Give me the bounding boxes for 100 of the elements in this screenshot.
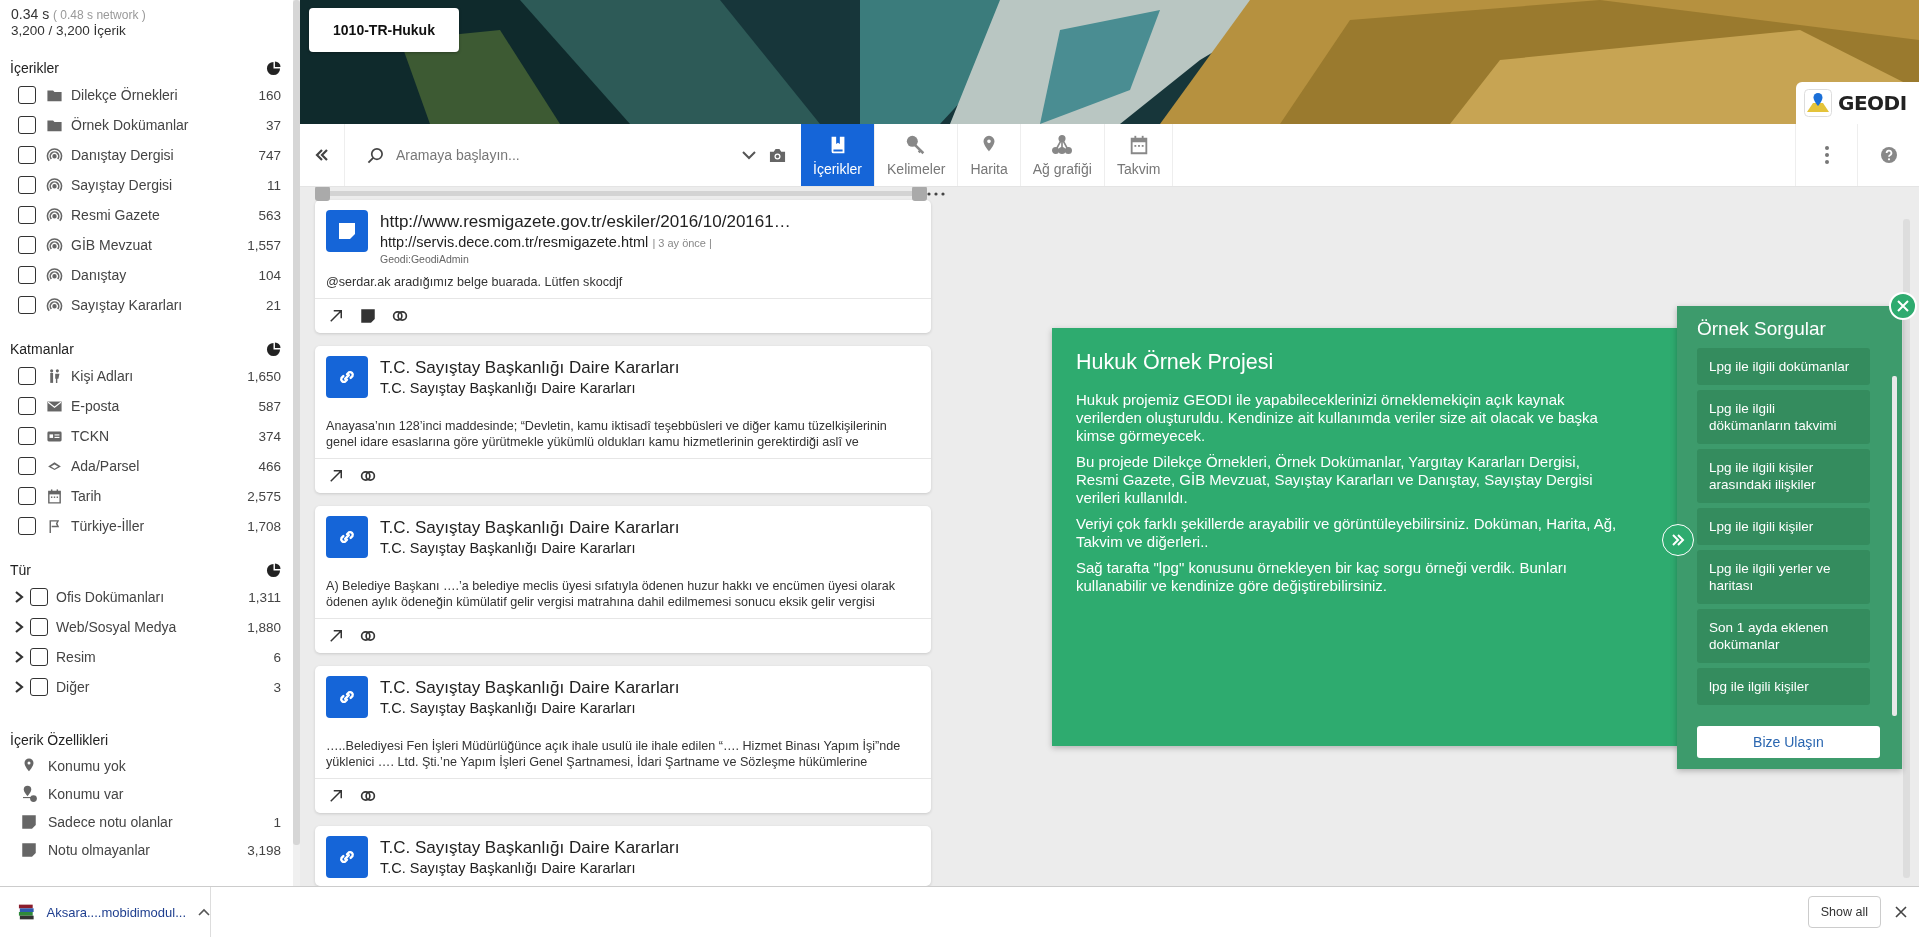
filter-label: E-posta [71, 398, 121, 414]
filter-count: 160 [258, 87, 281, 103]
pie-chart-icon[interactable] [266, 60, 281, 76]
logo-text: GEODI [1838, 91, 1907, 115]
result-title[interactable]: T.C. Sayıştay Başkanlığı Daire Kararları [380, 517, 680, 538]
map-pin-logo-icon [1804, 89, 1832, 117]
open-arrow-button[interactable] [327, 787, 345, 805]
result-title[interactable]: T.C. Sayıştay Başkanlığı Daire Kararları [380, 357, 680, 378]
caret-up-button[interactable] [198, 908, 210, 916]
open-arrow-button[interactable] [327, 307, 345, 325]
sample-query-button[interactable]: Lpg ile ilgili dökümanların takvimi [1697, 390, 1870, 444]
project-button[interactable]: 1010-TR-Hukuk [309, 8, 459, 52]
result-snippet: …..Belediyesi Fen İşleri Müdürlüğünce açık ihale usulü ile ihale edilen “…. Hizmet Binası Yapım İşi”nde yüklenici …. Ltd. Şti.’ne Yapım İşleri Genel Şartnamesi, İdari Şartname ve Sözleşme hükümlerine [326, 738, 902, 770]
sample-query-button[interactable]: Lpg ile ilgili yerler ve haritası [1697, 550, 1870, 604]
filter-label: Ofis Dokümanları [56, 589, 166, 605]
camera-icon[interactable] [768, 146, 787, 164]
result-title[interactable]: T.C. Sayıştay Başkanlığı Daire Kararları [380, 837, 680, 858]
checkbox[interactable] [18, 296, 36, 314]
filter-count: 6 [273, 649, 281, 665]
checkbox[interactable] [18, 146, 36, 164]
link-icon [326, 516, 368, 558]
property-label[interactable]: Konumu var [48, 786, 281, 802]
result-author: Geodi:GeodiAdmin [380, 253, 470, 266]
scrollbar[interactable] [1903, 219, 1910, 878]
sample-query-button[interactable]: Lpg ile ilgili kişiler [1697, 508, 1870, 545]
view-tab[interactable]: İçerikler [801, 124, 875, 186]
checkbox[interactable] [18, 176, 36, 194]
filter-label: Örnek Dokümanlar [71, 117, 190, 133]
checkbox[interactable] [18, 116, 36, 134]
section-title: İçerikler [10, 60, 59, 76]
open-arrow-button[interactable] [327, 627, 345, 645]
result-card[interactable]: http://www.resmigazete.gov.tr/eskiler/2016/10/20161… http://servis.dece.com.tr/resmigazete.html | 3 ay önce | Geodi:GeodiAdmin @serdar.ak aradığımız belge buarada. Lütfen skocdjf [315, 200, 931, 333]
checkbox[interactable] [18, 86, 36, 104]
property-label[interactable]: Sadece notu olanlar [48, 814, 274, 830]
result-card[interactable] [315, 506, 931, 653]
broadcast-icon [46, 146, 63, 164]
result-title[interactable]: http://www.resmigazete.gov.tr/eskiler/2016/10/20161… [380, 211, 791, 232]
checkbox[interactable] [18, 206, 36, 224]
result-card[interactable]: T.C. Sayıştay Başkanlığı Daire Kararları T.C. Sayıştay Başkanlığı Daire Kararları [315, 826, 931, 886]
sample-query-button[interactable]: Lpg ile ilgili dokümanlar [1697, 348, 1870, 385]
pie-chart-icon[interactable] [266, 562, 281, 578]
property-label[interactable]: Notu olmayanlar [48, 842, 248, 858]
pin-with-dot-icon [20, 785, 38, 803]
result-card[interactable] [315, 346, 931, 493]
filter-label: TCKN [71, 428, 111, 444]
checkbox[interactable] [18, 457, 36, 475]
sample-query-button[interactable]: Lpg ile ilgili kişiler arasındaki ilişkiler [1697, 449, 1870, 503]
close-icon [1895, 906, 1907, 918]
checkbox[interactable] [30, 648, 48, 666]
filter-label: Danıştay [71, 267, 128, 283]
search-field[interactable]: Aramaya başlayın... [394, 146, 730, 164]
filter-count: 587 [258, 398, 281, 414]
result-title[interactable]: T.C. Sayıştay Başkanlığı Daire Kararları [380, 677, 680, 698]
checkbox[interactable] [30, 678, 48, 696]
result-snippet: A) Belediye Başkanı ….’a belediye meclis üyesi sıfatıyla ödenen huzur hakkı ve encümen üyesi olarak ödenen aylık ödeneğin kümülatif gelir vergisi matrahına dahil edilmemesi sonucu eksik gelir vergisi [326, 578, 897, 610]
checkbox[interactable] [18, 397, 36, 415]
checkbox[interactable] [30, 618, 48, 636]
filter-count: 1,880 [247, 619, 281, 635]
note-icon [359, 307, 377, 325]
show-all-button[interactable]: Show all [1807, 896, 1881, 928]
checkbox[interactable] [18, 517, 36, 535]
property-label[interactable]: Konumu yok [48, 758, 281, 774]
filter-count: 3 [273, 679, 281, 695]
pie-chart-icon[interactable] [266, 341, 281, 357]
filter-label: Dilekçe Örnekleri [71, 87, 179, 103]
filter-count: 37 [265, 117, 281, 133]
filter-count: 2,575 [247, 488, 281, 504]
close-button[interactable] [1895, 906, 1907, 918]
filter-label: Resim [56, 649, 97, 665]
broadcast-icon [46, 176, 63, 194]
result-subtitle: T.C. Sayıştay Başkanlığı Daire Kararları [380, 539, 637, 558]
double-chevron-right-icon [1671, 533, 1685, 547]
scrollbar[interactable] [1892, 376, 1897, 716]
checkbox[interactable] [18, 266, 36, 284]
section-title: İçerik Özellikleri [10, 732, 108, 748]
checkbox[interactable] [18, 367, 36, 385]
download-file-name[interactable]: Aksara....mobidimodul... [46, 904, 186, 920]
sample-query-button[interactable]: Son 1 ayda eklenen dokümanlar [1697, 609, 1870, 663]
filter-label: Ada/Parsel [71, 458, 141, 474]
checkbox[interactable] [18, 487, 36, 505]
sample-query-button[interactable]: lpg ile ilgili kişiler [1697, 668, 1870, 705]
books-icon [18, 903, 35, 921]
open-arrow-icon [327, 787, 345, 805]
open-arrow-button[interactable] [327, 467, 345, 485]
filter-count: 11 [267, 177, 281, 193]
more-icon[interactable] [927, 191, 945, 196]
checkbox[interactable] [18, 236, 36, 254]
result-subtitle: T.C. Sayıştay Başkanlığı Daire Kararları [380, 859, 637, 878]
checkbox[interactable] [30, 588, 48, 606]
result-card[interactable] [315, 666, 931, 813]
timeline-slider[interactable] [315, 187, 945, 200]
scrollbar[interactable] [293, 0, 300, 886]
contact-button[interactable]: Bize Ulaşın [1697, 726, 1880, 758]
filter-count: 466 [258, 458, 281, 474]
section-title: Katmanlar [10, 341, 74, 357]
note-button[interactable] [359, 307, 377, 325]
search-time: 0.34 s ( 0.48 s network ) [11, 6, 147, 23]
result-subtitle: T.C. Sayıştay Başkanlığı Daire Kararları [380, 379, 637, 398]
checkbox[interactable] [18, 427, 36, 445]
filter-label: Diğer [56, 679, 91, 695]
